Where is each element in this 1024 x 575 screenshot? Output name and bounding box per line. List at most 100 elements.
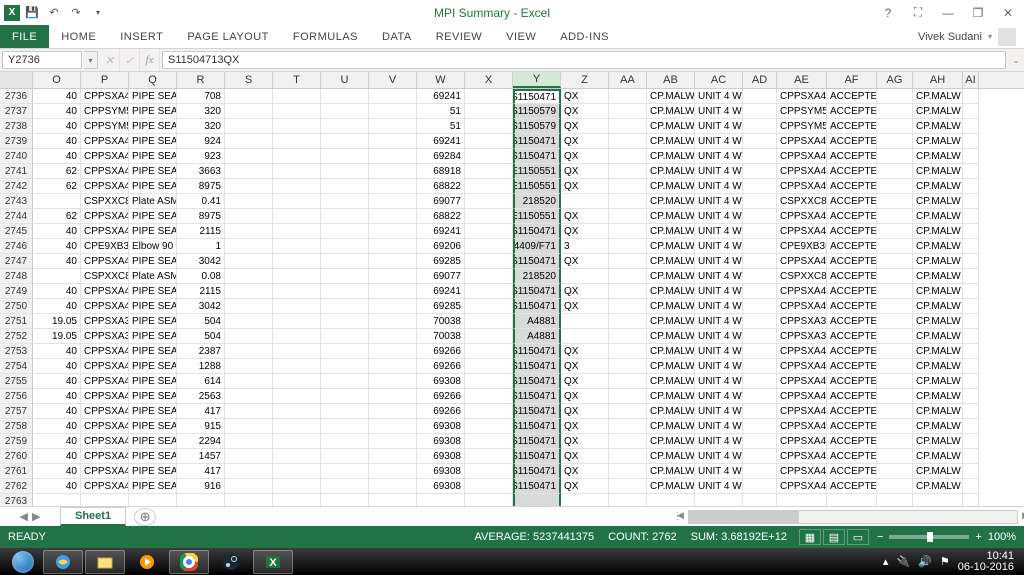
cell[interactable] — [913, 494, 963, 506]
row-header[interactable]: 2737 — [0, 104, 33, 119]
cell[interactable]: 62 — [33, 209, 81, 224]
cell[interactable]: CPPSXA4R — [81, 419, 129, 434]
cell[interactable] — [877, 389, 913, 404]
cell[interactable]: ACCEPTED — [827, 449, 877, 464]
cell[interactable] — [963, 449, 979, 464]
cell[interactable]: UNIT 4 WDC — [695, 104, 743, 119]
cell[interactable]: QX — [561, 119, 609, 134]
cell[interactable]: CSPXXC81 — [777, 194, 827, 209]
cell[interactable]: 51 — [417, 104, 465, 119]
cell[interactable]: PIPE SEAM — [129, 119, 177, 134]
tray-power-icon[interactable]: 🔌 — [896, 555, 910, 568]
row-header[interactable]: 2750 — [0, 299, 33, 314]
cell[interactable]: PIPE SEAM — [129, 314, 177, 329]
cell[interactable]: 69266 — [417, 359, 465, 374]
cell[interactable] — [963, 164, 979, 179]
cell[interactable]: CPPSXA4R — [777, 134, 827, 149]
cell[interactable] — [369, 299, 417, 314]
cell[interactable]: ACCEPTED — [827, 314, 877, 329]
cell[interactable] — [963, 119, 979, 134]
cell[interactable]: UNIT 4 WDC — [695, 149, 743, 164]
row-header[interactable]: 2736 — [0, 89, 33, 104]
cell[interactable]: CPPSXA3C — [81, 314, 129, 329]
cell[interactable]: UNIT 4 WDC — [695, 299, 743, 314]
cell[interactable]: 69308 — [417, 449, 465, 464]
cell[interactable]: 218520 — [513, 194, 561, 209]
column-header-P[interactable]: P — [81, 72, 129, 88]
cell[interactable]: ACCEPTED — [827, 344, 877, 359]
row-header[interactable]: 2753 — [0, 344, 33, 359]
user-avatar[interactable] — [998, 28, 1016, 46]
cell[interactable] — [225, 179, 273, 194]
cell[interactable]: UNIT 4 WDC — [695, 179, 743, 194]
cell[interactable] — [273, 359, 321, 374]
cell[interactable] — [743, 269, 777, 284]
cell[interactable] — [465, 359, 513, 374]
help-icon[interactable]: ? — [876, 3, 900, 23]
cell[interactable] — [827, 494, 877, 506]
redo-icon[interactable]: ↷ — [66, 3, 86, 23]
cell[interactable] — [273, 314, 321, 329]
cell[interactable]: PIPE SEAM — [129, 449, 177, 464]
cell[interactable] — [743, 104, 777, 119]
cell[interactable] — [273, 224, 321, 239]
cell[interactable]: QX — [561, 104, 609, 119]
cell[interactable] — [321, 284, 369, 299]
cell[interactable]: UNIT 4 WDC — [695, 314, 743, 329]
cell[interactable]: CPPSXA4R — [81, 374, 129, 389]
cell[interactable]: CPE9XB3R — [81, 239, 129, 254]
cell[interactable]: CP.MALW — [913, 284, 963, 299]
cell[interactable]: 916 — [177, 479, 225, 494]
cell[interactable]: S1150471 — [513, 464, 561, 479]
cell[interactable] — [321, 389, 369, 404]
cell[interactable] — [273, 464, 321, 479]
cell[interactable] — [963, 494, 979, 506]
cell[interactable]: 40 — [33, 224, 81, 239]
column-header-AB[interactable]: AB — [647, 72, 695, 88]
cell[interactable]: CP.MALW — [913, 179, 963, 194]
cell[interactable] — [321, 239, 369, 254]
cell[interactable]: 320 — [177, 104, 225, 119]
cell[interactable] — [743, 179, 777, 194]
cell[interactable] — [963, 104, 979, 119]
cell[interactable]: CPPSXA4R — [81, 224, 129, 239]
cell[interactable] — [877, 134, 913, 149]
cell[interactable] — [273, 344, 321, 359]
cell[interactable]: ACCEPTED — [827, 374, 877, 389]
cell[interactable]: UNIT 4 WDC — [695, 254, 743, 269]
taskbar-steam-icon[interactable] — [211, 550, 251, 574]
cell[interactable]: 40 — [33, 149, 81, 164]
cell[interactable] — [877, 404, 913, 419]
cell[interactable] — [877, 254, 913, 269]
cell[interactable] — [321, 269, 369, 284]
cell[interactable]: QX — [561, 254, 609, 269]
cell[interactable] — [877, 464, 913, 479]
cell[interactable] — [963, 284, 979, 299]
cell[interactable]: 40 — [33, 389, 81, 404]
cell[interactable]: CP.MALW — [913, 89, 963, 104]
tab-add-ins[interactable]: ADD-INS — [548, 25, 621, 48]
cell[interactable]: PIPE SEAM — [129, 149, 177, 164]
cell[interactable] — [321, 119, 369, 134]
cell[interactable]: E1150551 — [513, 164, 561, 179]
cell[interactable]: CP.MALWA — [647, 344, 695, 359]
cell[interactable]: UNIT 4 WDC — [695, 239, 743, 254]
cell[interactable]: 40 — [33, 254, 81, 269]
cell[interactable]: QX — [561, 479, 609, 494]
ribbon-display-icon[interactable]: ⛶ — [906, 3, 930, 23]
cell[interactable] — [369, 449, 417, 464]
cell[interactable]: CP.MALWA — [647, 419, 695, 434]
cell[interactable]: ACCEPTED — [827, 404, 877, 419]
cell[interactable]: CPPSXA3C — [81, 329, 129, 344]
cell[interactable]: ACCEPTED — [827, 329, 877, 344]
cell[interactable] — [877, 119, 913, 134]
name-box-dropdown-icon[interactable]: ▾ — [84, 51, 98, 69]
cell[interactable]: 40 — [33, 404, 81, 419]
cell[interactable] — [743, 89, 777, 104]
cell[interactable]: CPPSXA4R — [81, 464, 129, 479]
cell[interactable]: UNIT 4 WDC — [695, 119, 743, 134]
enter-formula-icon[interactable]: ✓ — [120, 49, 140, 71]
row-header[interactable]: 2739 — [0, 134, 33, 149]
row-header[interactable]: 2754 — [0, 359, 33, 374]
cell[interactable]: 1288 — [177, 359, 225, 374]
